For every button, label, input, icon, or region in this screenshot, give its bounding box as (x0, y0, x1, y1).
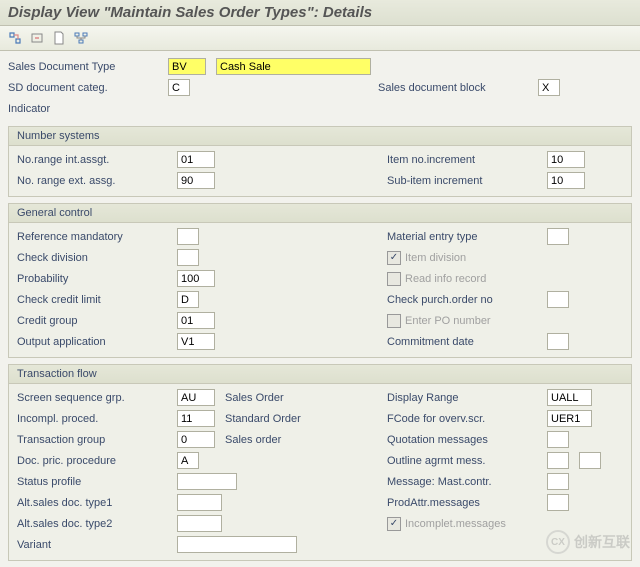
int-range-label: No.range int.assgt. (17, 154, 177, 166)
indicator-label: Indicator (8, 103, 168, 115)
item-div-label: Item division (405, 252, 466, 264)
credit-limit-input[interactable] (177, 291, 199, 308)
tree-icon[interactable] (72, 29, 90, 47)
item-inc-label: Item no.increment (387, 154, 547, 166)
transaction-flow-group: Transaction flow Screen sequence grp. Sal… (8, 364, 632, 561)
commitment-date-input[interactable] (547, 333, 569, 350)
tgroup-input[interactable] (177, 431, 215, 448)
quot-label: Quotation messages (387, 434, 547, 446)
sub-inc-label: Sub-item increment (387, 175, 547, 187)
credit-limit-label: Check credit limit (17, 294, 177, 306)
check-div-label: Check division (17, 252, 177, 264)
read-info-label: Read info record (405, 273, 486, 285)
prodattr-input[interactable] (547, 494, 569, 511)
ext-range-label: No. range ext. assg. (17, 175, 177, 187)
incomplmsg-label: Incomplet.messages (405, 518, 506, 530)
check-po-label: Check purch.order no (387, 294, 547, 306)
probability-input[interactable] (177, 270, 215, 287)
ref-mandatory-label: Reference mandatory (17, 231, 177, 243)
enter-po-checkbox (387, 314, 401, 328)
status-label: Status profile (17, 476, 177, 488)
status-input[interactable] (177, 473, 237, 490)
sales-doc-type-desc (216, 58, 371, 75)
docpric-input[interactable] (177, 452, 199, 469)
material-entry-label: Material entry type (387, 231, 547, 243)
page-title: Display View "Maintain Sales Order Types… (0, 0, 640, 26)
sales-block-label: Sales document block (378, 82, 538, 94)
sd-cat-label: SD document categ. (8, 82, 168, 94)
quot-input[interactable] (547, 431, 569, 448)
transaction-flow-title: Transaction flow (9, 365, 631, 384)
outline-label: Outline agrmt mess. (387, 455, 547, 467)
enter-po-label: Enter PO number (405, 315, 491, 327)
expand-icon[interactable] (28, 29, 46, 47)
incompl-desc: Standard Order (225, 413, 325, 425)
item-inc-input[interactable] (547, 151, 585, 168)
docpric-label: Doc. pric. procedure (17, 455, 177, 467)
sales-block-input[interactable] (538, 79, 560, 96)
alt1-input[interactable] (177, 494, 222, 511)
toolbar (0, 26, 640, 51)
int-range-input[interactable] (177, 151, 215, 168)
watermark-text: 创新互联 (574, 532, 630, 552)
ext-range-input[interactable] (177, 172, 215, 189)
check-div-input[interactable] (177, 249, 199, 266)
alt2-label: Alt.sales doc. type2 (17, 518, 177, 530)
alt1-label: Alt.sales doc. type1 (17, 497, 177, 509)
watermark: CX 创新互联 (546, 530, 630, 554)
ref-mandatory-input[interactable] (177, 228, 199, 245)
seq-grp-label: Screen sequence grp. (17, 392, 177, 404)
outline-input[interactable] (547, 452, 569, 469)
document-icon[interactable] (50, 29, 68, 47)
read-info-checkbox (387, 272, 401, 286)
seq-grp-desc: Sales Order (225, 392, 325, 404)
fcode-input[interactable] (547, 410, 592, 427)
sales-doc-type-input[interactable] (168, 58, 206, 75)
seq-grp-input[interactable] (177, 389, 215, 406)
variant-label: Variant (17, 539, 177, 551)
toggle-icon[interactable] (6, 29, 24, 47)
commitment-date-label: Commitment date (387, 336, 547, 348)
alt2-input[interactable] (177, 515, 222, 532)
output-app-input[interactable] (177, 333, 215, 350)
msgmast-label: Message: Mast.contr. (387, 476, 547, 488)
sd-cat-input[interactable] (168, 79, 190, 96)
variant-input[interactable] (177, 536, 297, 553)
general-control-title: General control (9, 204, 631, 223)
material-entry-input[interactable] (547, 228, 569, 245)
tgroup-desc: Sales order (225, 434, 325, 446)
incompl-input[interactable] (177, 410, 215, 427)
incompl-label: Incompl. proced. (17, 413, 177, 425)
fcode-label: FCode for overv.scr. (387, 413, 547, 425)
watermark-icon: CX (546, 530, 570, 554)
disp-range-label: Display Range (387, 392, 547, 404)
tgroup-label: Transaction group (17, 434, 177, 446)
sub-inc-input[interactable] (547, 172, 585, 189)
msgmast-input[interactable] (547, 473, 569, 490)
general-control-group: General control Reference mandatory Chec… (8, 203, 632, 358)
incomplmsg-checkbox: ✓ (387, 517, 401, 531)
disp-range-input[interactable] (547, 389, 592, 406)
credit-group-input[interactable] (177, 312, 215, 329)
credit-group-label: Credit group (17, 315, 177, 327)
number-systems-title: Number systems (9, 127, 631, 146)
number-systems-group: Number systems No.range int.assgt. No. r… (8, 126, 632, 197)
sales-doc-type-label: Sales Document Type (8, 61, 168, 73)
output-app-label: Output application (17, 336, 177, 348)
check-po-input[interactable] (547, 291, 569, 308)
item-div-checkbox: ✓ (387, 251, 401, 265)
prodattr-label: ProdAttr.messages (387, 497, 547, 509)
outline-input2[interactable] (579, 452, 601, 469)
probability-label: Probability (17, 273, 177, 285)
